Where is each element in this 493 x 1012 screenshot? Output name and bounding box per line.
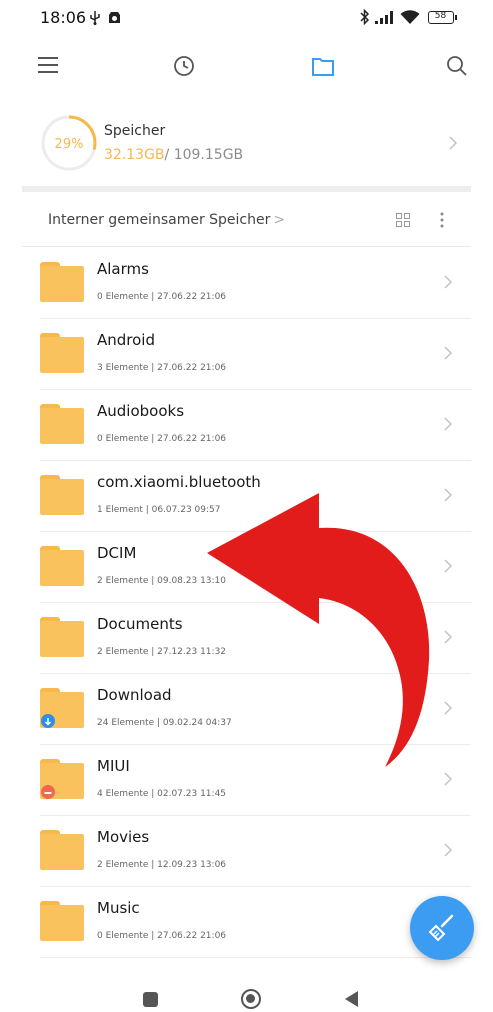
storage-card[interactable]: 29% Speicher 32.13GB/ 109.15GB: [22, 102, 471, 186]
breadcrumb: Interner gemeinsamer Speicher >: [22, 196, 471, 247]
camera-notification-icon: [109, 12, 120, 23]
usb-icon: [90, 11, 100, 25]
file-meta: 0 Elemente | 27.06.22 21:06: [97, 931, 227, 941]
chevron-right-icon: [444, 843, 452, 857]
battery-icon: 58: [428, 11, 454, 24]
file-name: Android: [97, 331, 155, 349]
file-row[interactable]: DCIM 2 Elemente | 09.08.23 13:10: [0, 532, 493, 603]
chevron-right-icon: [444, 559, 452, 573]
folder-icon: [40, 901, 84, 941]
chevron-right-icon: [444, 346, 452, 360]
clean-fab[interactable]: [410, 896, 474, 960]
chevron-right-icon: [444, 417, 452, 431]
folder-icon: [40, 404, 84, 444]
file-meta: 0 Elemente | 27.06.22 21:06: [97, 434, 227, 444]
folder-icon: [40, 475, 84, 515]
chevron-right-icon: [444, 488, 452, 502]
storage-used: 32.13GB: [104, 147, 165, 163]
storage-percent: 29%: [55, 137, 84, 152]
file-row[interactable]: MIUI 4 Elemente | 02.07.23 11:45: [0, 745, 493, 816]
file-name: Download: [97, 686, 172, 704]
file-row[interactable]: Download 24 Elemente | 09.02.24 04:37: [0, 674, 493, 745]
file-name: Alarms: [97, 260, 149, 278]
file-name: MIUI: [97, 757, 130, 775]
file-name: com.xiaomi.bluetooth: [97, 473, 261, 491]
navigation-bar: [0, 972, 493, 1012]
folder-icon: [40, 830, 84, 870]
file-meta: 3 Elemente | 27.06.22 21:06: [97, 363, 227, 373]
circle-icon[interactable]: [241, 989, 261, 1009]
square-icon[interactable]: [143, 992, 158, 1007]
file-meta: 1 Element | 06.07.23 09:57: [97, 505, 221, 515]
menu-icon[interactable]: [38, 56, 60, 74]
status-bar: 18:06 58: [0, 0, 493, 36]
file-meta: 2 Elemente | 12.09.23 13:06: [97, 860, 227, 870]
bluetooth-icon: [360, 9, 370, 25]
folder-icon: [40, 759, 84, 799]
file-meta: 4 Elemente | 02.07.23 11:45: [97, 789, 227, 799]
file-row[interactable]: Documents 2 Elemente | 27.12.23 11:32: [0, 603, 493, 674]
breadcrumb-separator: >: [273, 212, 286, 228]
file-name: Music: [97, 899, 140, 917]
section-divider: [22, 186, 471, 192]
signal-icon: [375, 11, 393, 24]
folder-icon: [40, 546, 84, 586]
folder-icon: [40, 333, 84, 373]
file-meta: 2 Elemente | 09.08.23 13:10: [97, 576, 227, 586]
triangle-back-icon[interactable]: [345, 991, 359, 1007]
file-meta: 0 Elemente | 27.06.22 21:06: [97, 292, 227, 302]
folder-icon: [40, 688, 84, 728]
file-row[interactable]: Movies 2 Elemente | 12.09.23 13:06: [0, 816, 493, 887]
folder-icon[interactable]: [312, 56, 334, 76]
app-bar: [0, 44, 493, 92]
grid-view-icon[interactable]: [396, 213, 410, 227]
breadcrumb-label: Interner gemeinsamer Speicher: [48, 212, 271, 228]
chevron-right-icon: [444, 630, 452, 644]
miui-badge-icon: [41, 785, 55, 799]
download-badge-icon: [41, 714, 55, 728]
storage-title: Speicher: [104, 123, 166, 139]
battery-level: 58: [434, 11, 447, 21]
wifi-icon: [400, 10, 420, 24]
file-list: Alarms 0 Elemente | 27.06.22 21:06 Android…: [0, 248, 493, 980]
file-name: Movies: [97, 828, 150, 846]
storage-size: 32.13GB/ 109.15GB: [104, 147, 243, 163]
battery-tip: [455, 15, 457, 20]
file-meta: 2 Elemente | 27.12.23 11:32: [97, 647, 227, 657]
file-name: DCIM: [97, 544, 137, 562]
storage-usage-ring: 29%: [41, 115, 97, 171]
chevron-right-icon: [444, 275, 452, 289]
file-name: Documents: [97, 615, 183, 633]
file-row[interactable]: Alarms 0 Elemente | 27.06.22 21:06: [0, 248, 493, 319]
folder-icon: [40, 262, 84, 302]
folder-icon: [40, 617, 84, 657]
search-icon[interactable]: [446, 55, 468, 77]
chevron-right-icon: [449, 136, 457, 150]
status-time: 18:06: [40, 8, 87, 27]
file-name: Audiobooks: [97, 402, 185, 420]
more-options-icon[interactable]: [440, 212, 444, 228]
chevron-right-icon: [444, 772, 452, 786]
file-row[interactable]: Audiobooks 0 Elemente | 27.06.22 21:06: [0, 390, 493, 461]
clock-icon[interactable]: [173, 55, 195, 77]
storage-total: / 109.15GB: [164, 147, 244, 163]
file-row[interactable]: Android 3 Elemente | 27.06.22 21:06: [0, 319, 493, 390]
breadcrumb-path[interactable]: Interner gemeinsamer Speicher >: [48, 212, 285, 228]
broom-icon: [428, 914, 454, 942]
file-meta: 24 Elemente | 09.02.24 04:37: [97, 718, 232, 728]
chevron-right-icon: [444, 701, 452, 715]
file-row[interactable]: com.xiaomi.bluetooth 1 Element | 06.07.23…: [0, 461, 493, 532]
